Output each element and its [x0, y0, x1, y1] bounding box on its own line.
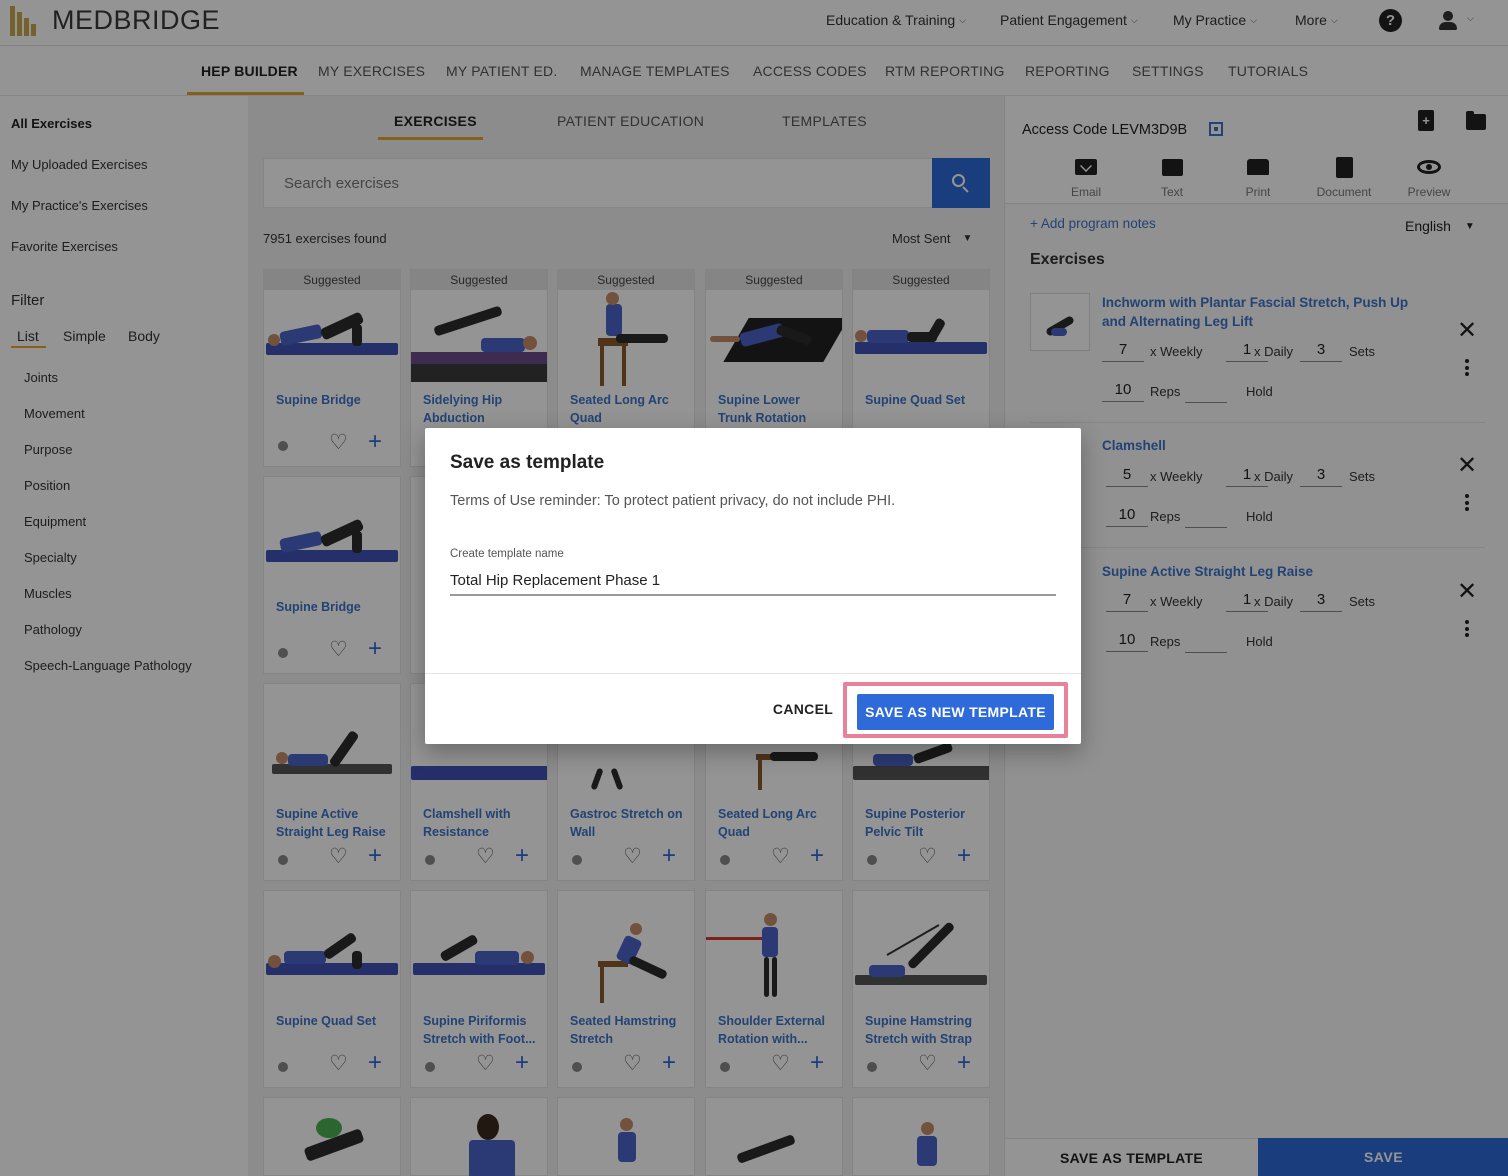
template-name-input[interactable] [450, 566, 1056, 596]
dialog-title: Save as template [450, 452, 605, 473]
dialog-privacy-reminder: Terms of Use reminder: To protect patien… [450, 493, 896, 509]
save-template-dialog: Save as template Terms of Use reminder: … [425, 428, 1081, 744]
cancel-button[interactable]: CANCEL [763, 691, 843, 727]
dialog-divider [425, 673, 1081, 674]
save-as-new-template-button[interactable]: SAVE AS NEW TEMPLATE [857, 694, 1054, 730]
save-button-highlight: SAVE AS NEW TEMPLATE [843, 682, 1068, 738]
template-name-label: Create template name [450, 548, 564, 560]
